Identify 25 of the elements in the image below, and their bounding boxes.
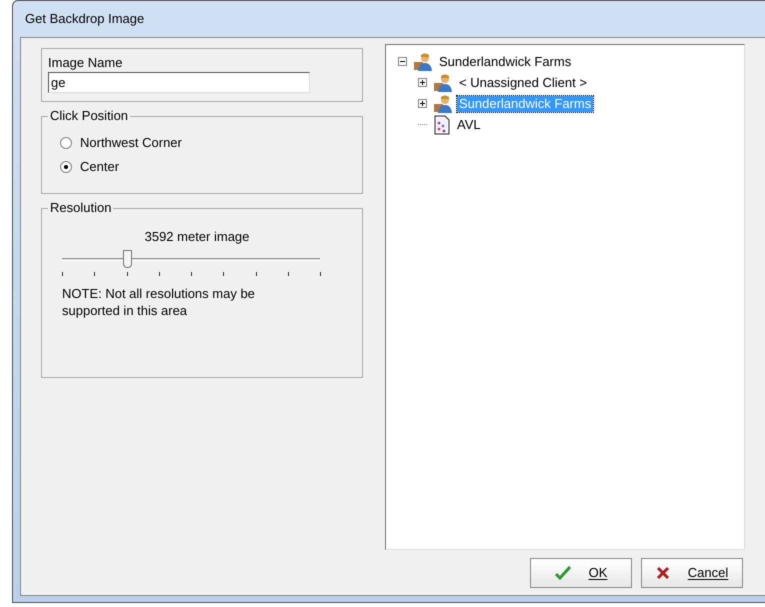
radio-button[interactable] (60, 137, 72, 149)
window-title: Get Backdrop Image (25, 10, 144, 28)
resolution-reading: 3592 meter image (144, 229, 250, 245)
document-icon (433, 114, 451, 134)
tree-item[interactable]: < Unassigned Client > (457, 74, 589, 90)
radio-label: Center (80, 159, 120, 175)
slider-thumb[interactable] (122, 250, 132, 268)
tree-item[interactable]: AVL (455, 116, 483, 132)
expand-toggle[interactable] (418, 99, 427, 108)
field-label: Image Name (48, 55, 124, 71)
person-folder-icon (433, 94, 453, 114)
image-name-field[interactable]: ge (48, 72, 310, 93)
ok-button[interactable]: OK (530, 558, 632, 588)
radio-label: Northwest Corner (80, 135, 182, 151)
radio-button[interactable] (60, 161, 72, 173)
person-folder-icon (433, 72, 453, 92)
tree-item[interactable]: Sunderlandwick Farms (437, 54, 574, 70)
note-text: NOTE: Not all resolutions may be supported in this area (62, 285, 256, 319)
collapse-toggle[interactable] (398, 57, 407, 66)
cross-icon (656, 566, 670, 580)
expand-toggle[interactable] (418, 78, 427, 87)
checkmark-icon (554, 566, 571, 580)
person-folder-icon (413, 52, 433, 72)
slider-track[interactable] (62, 249, 320, 279)
cancel-button[interactable]: Cancel (641, 558, 743, 588)
